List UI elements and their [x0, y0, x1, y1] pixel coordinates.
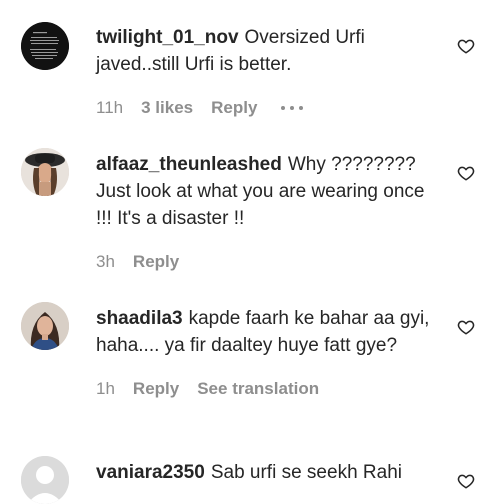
avatar[interactable]: [21, 456, 69, 504]
likes-count[interactable]: 3 likes: [141, 98, 193, 118]
comment-username[interactable]: shaadila3: [96, 308, 183, 329]
heart-outline-icon[interactable]: [457, 37, 475, 55]
comment-text: alfaaz_theunleashed Why ???????? Just loo…: [96, 151, 431, 232]
comment-time[interactable]: 11h: [96, 98, 123, 118]
reply-button[interactable]: Reply: [211, 98, 257, 118]
comment-text: vaniara2350 Sab urfi se seekh Rahi: [96, 459, 431, 486]
heart-outline-icon[interactable]: [457, 164, 475, 182]
comment-body: Sab urfi se seekh Rahi: [210, 462, 402, 483]
photo-avatar-woman-icon: [21, 302, 69, 350]
comment-text: twilight_01_nov Oversized Urfi javed..sti…: [96, 24, 431, 78]
avatar[interactable]: [21, 22, 69, 70]
comment-meta: 3h Reply: [96, 252, 431, 272]
photo-avatar-hat-icon: [21, 148, 69, 196]
dark-text-avatar-icon: [21, 22, 69, 70]
comment-meta: 11h 3 likes Reply: [96, 98, 431, 118]
comment-time[interactable]: 1h: [96, 379, 115, 399]
comment-text: shaadila3 kapde faarh ke bahar aa gyi, ha…: [96, 305, 431, 359]
comment-username[interactable]: twilight_01_nov: [96, 27, 239, 48]
comment-time[interactable]: 3h: [96, 252, 115, 272]
comment-username[interactable]: vaniara2350: [96, 462, 205, 483]
see-translation-button[interactable]: See translation: [197, 379, 319, 399]
comment-username[interactable]: alfaaz_theunleashed: [96, 154, 282, 175]
heart-outline-icon[interactable]: [457, 472, 475, 490]
reply-button[interactable]: Reply: [133, 379, 179, 399]
more-options-icon[interactable]: [281, 106, 304, 110]
reply-button[interactable]: Reply: [133, 252, 179, 272]
default-avatar-icon: [21, 456, 69, 504]
heart-outline-icon[interactable]: [457, 318, 475, 336]
avatar[interactable]: [21, 148, 69, 196]
avatar[interactable]: [21, 302, 69, 350]
comment-meta: 1h Reply See translation: [96, 379, 431, 399]
